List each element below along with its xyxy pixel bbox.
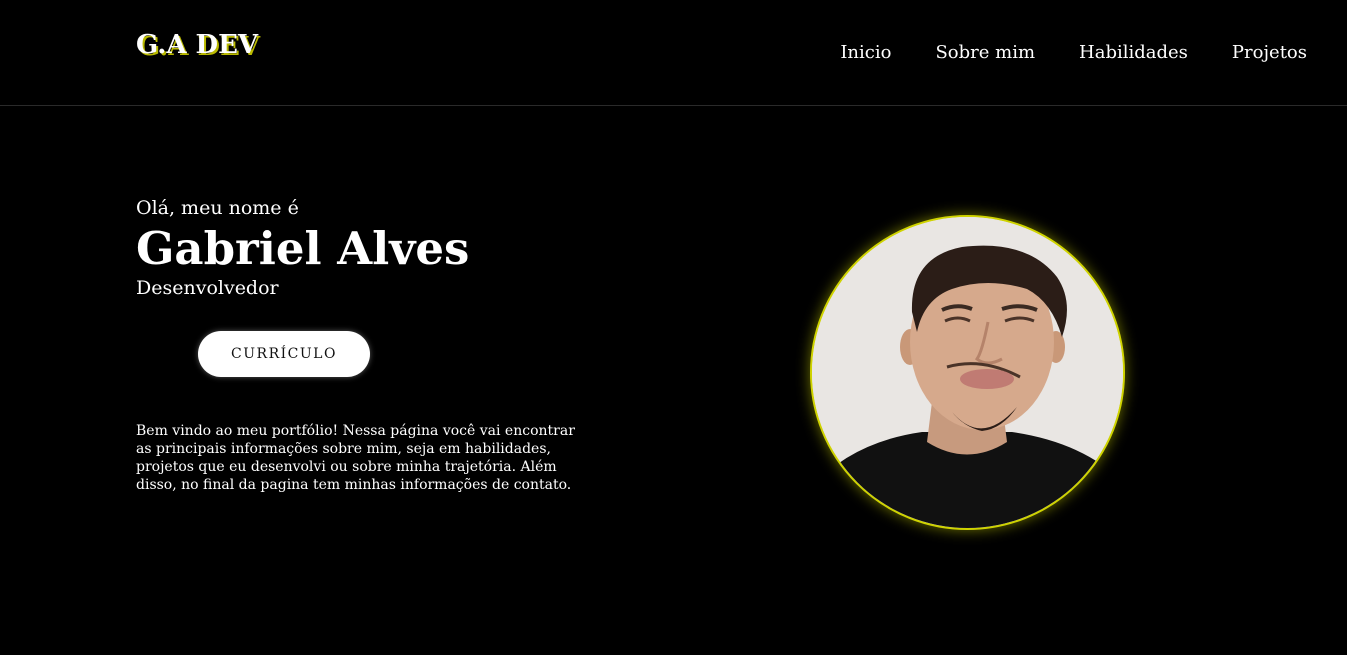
- hero-section: Olá, meu nome é Gabriel Alves Desenvolve…: [136, 196, 596, 493]
- hero-intro-text: Bem vindo ao meu portfólio! Nessa página…: [136, 423, 575, 493]
- hero-greeting: Olá, meu nome é: [136, 197, 299, 219]
- hero-role: Desenvolvedor: [136, 277, 279, 299]
- nav-link-projetos[interactable]: Projetos: [1232, 40, 1307, 66]
- nav-link-habilidades[interactable]: Habilidades: [1079, 40, 1188, 66]
- curriculum-button[interactable]: CURRÍCULO: [198, 331, 370, 377]
- site-header: G.A DEV Inicio Sobre mim Habilidades Pro…: [0, 0, 1347, 106]
- nav-link-inicio[interactable]: Inicio: [840, 40, 891, 66]
- profile-photo-illustration: [812, 217, 1123, 528]
- profile-photo: [810, 215, 1125, 530]
- site-logo[interactable]: G.A DEV: [136, 28, 258, 62]
- main-nav: Inicio Sobre mim Habilidades Projetos: [840, 40, 1307, 66]
- hero-name: Gabriel Alves: [136, 222, 470, 275]
- nav-link-sobre-mim[interactable]: Sobre mim: [935, 40, 1035, 66]
